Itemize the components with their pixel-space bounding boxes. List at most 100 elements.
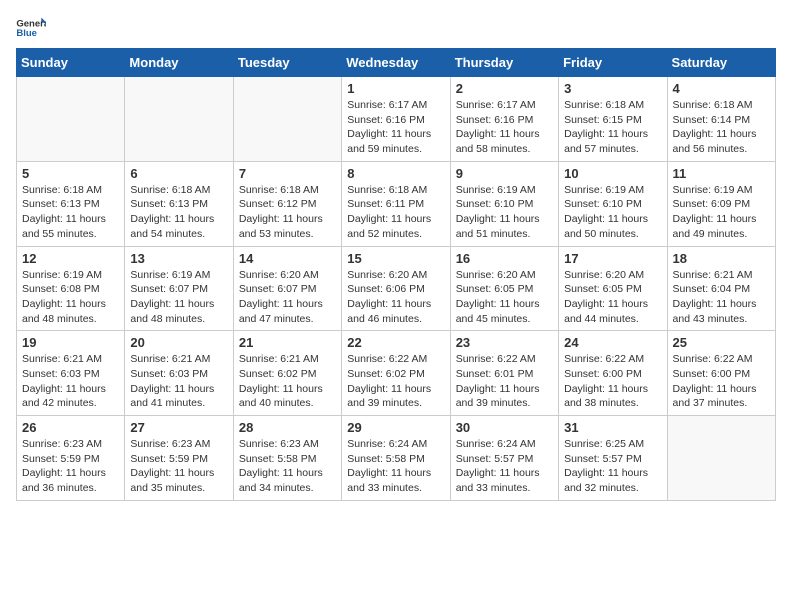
day-info: Sunrise: 6:18 AMSunset: 6:15 PMDaylight:…: [564, 98, 661, 157]
day-info: Sunrise: 6:21 AMSunset: 6:04 PMDaylight:…: [673, 268, 770, 327]
calendar-cell: 9 Sunrise: 6:19 AMSunset: 6:10 PMDaylight…: [450, 161, 558, 246]
calendar-cell: 23 Sunrise: 6:22 AMSunset: 6:01 PMDayligh…: [450, 331, 558, 416]
week-row-4: 19 Sunrise: 6:21 AMSunset: 6:03 PMDayligh…: [17, 331, 776, 416]
day-info: Sunrise: 6:20 AMSunset: 6:05 PMDaylight:…: [564, 268, 661, 327]
calendar-cell: [17, 77, 125, 162]
day-number: 28: [239, 420, 336, 435]
calendar-cell: 11 Sunrise: 6:19 AMSunset: 6:09 PMDayligh…: [667, 161, 775, 246]
calendar-cell: 15 Sunrise: 6:20 AMSunset: 6:06 PMDayligh…: [342, 246, 450, 331]
week-row-2: 5 Sunrise: 6:18 AMSunset: 6:13 PMDaylight…: [17, 161, 776, 246]
day-info: Sunrise: 6:22 AMSunset: 6:02 PMDaylight:…: [347, 352, 444, 411]
calendar-cell: 24Sunrise: 6:22 AMSunset: 6:00 PMDayligh…: [559, 331, 667, 416]
day-number: 29: [347, 420, 444, 435]
calendar-cell: 18Sunrise: 6:21 AMSunset: 6:04 PMDayligh…: [667, 246, 775, 331]
day-number: 1: [347, 81, 444, 96]
day-info: Sunrise: 6:18 AMSunset: 6:11 PMDaylight:…: [347, 183, 444, 242]
day-header-tuesday: Tuesday: [233, 49, 341, 77]
day-info: Sunrise: 6:22 AMSunset: 6:00 PMDaylight:…: [673, 352, 770, 411]
calendar-cell: 12 Sunrise: 6:19 AMSunset: 6:08 PMDayligh…: [17, 246, 125, 331]
svg-text:Blue: Blue: [16, 28, 37, 38]
calendar-cell: 20Sunrise: 6:21 AMSunset: 6:03 PMDayligh…: [125, 331, 233, 416]
day-info: Sunrise: 6:23 AMSunset: 5:58 PMDaylight:…: [239, 437, 336, 496]
calendar-cell: 31 Sunrise: 6:25 AMSunset: 5:57 PMDayligh…: [559, 416, 667, 501]
header: General Blue: [16, 16, 776, 38]
day-info: Sunrise: 6:20 AMSunset: 6:07 PMDaylight:…: [239, 268, 336, 327]
day-info: Sunrise: 6:24 AMSunset: 5:57 PMDaylight:…: [456, 437, 553, 496]
day-number: 2: [456, 81, 553, 96]
calendar-cell: 21Sunrise: 6:21 AMSunset: 6:02 PMDayligh…: [233, 331, 341, 416]
week-row-5: 26Sunrise: 6:23 AMSunset: 5:59 PMDayligh…: [17, 416, 776, 501]
day-number: 16: [456, 251, 553, 266]
day-info: Sunrise: 6:25 AMSunset: 5:57 PMDaylight:…: [564, 437, 661, 496]
day-header-sunday: Sunday: [17, 49, 125, 77]
day-info: Sunrise: 6:19 AMSunset: 6:09 PMDaylight:…: [673, 183, 770, 242]
calendar-cell: 3 Sunrise: 6:18 AMSunset: 6:15 PMDaylight…: [559, 77, 667, 162]
day-number: 9: [456, 166, 553, 181]
calendar-cell: 5 Sunrise: 6:18 AMSunset: 6:13 PMDaylight…: [17, 161, 125, 246]
day-info: Sunrise: 6:20 AMSunset: 6:05 PMDaylight:…: [456, 268, 553, 327]
calendar-cell: 28 Sunrise: 6:23 AMSunset: 5:58 PMDayligh…: [233, 416, 341, 501]
day-number: 23: [456, 335, 553, 350]
calendar-cell: [125, 77, 233, 162]
day-info: Sunrise: 6:18 AMSunset: 6:13 PMDaylight:…: [22, 183, 119, 242]
day-number: 10: [564, 166, 661, 181]
day-info: Sunrise: 6:19 AMSunset: 6:07 PMDaylight:…: [130, 268, 227, 327]
calendar-cell: 8 Sunrise: 6:18 AMSunset: 6:11 PMDaylight…: [342, 161, 450, 246]
day-info: Sunrise: 6:24 AMSunset: 5:58 PMDaylight:…: [347, 437, 444, 496]
day-number: 17: [564, 251, 661, 266]
day-number: 4: [673, 81, 770, 96]
calendar-cell: [667, 416, 775, 501]
day-number: 27: [130, 420, 227, 435]
calendar-cell: 22Sunrise: 6:22 AMSunset: 6:02 PMDayligh…: [342, 331, 450, 416]
day-info: Sunrise: 6:17 AMSunset: 6:16 PMDaylight:…: [347, 98, 444, 157]
day-number: 11: [673, 166, 770, 181]
day-header-wednesday: Wednesday: [342, 49, 450, 77]
day-number: 31: [564, 420, 661, 435]
calendar-cell: 25 Sunrise: 6:22 AMSunset: 6:00 PMDayligh…: [667, 331, 775, 416]
calendar-cell: 13 Sunrise: 6:19 AMSunset: 6:07 PMDayligh…: [125, 246, 233, 331]
calendar-cell: 14 Sunrise: 6:20 AMSunset: 6:07 PMDayligh…: [233, 246, 341, 331]
day-info: Sunrise: 6:21 AMSunset: 6:02 PMDaylight:…: [239, 352, 336, 411]
calendar-cell: 19 Sunrise: 6:21 AMSunset: 6:03 PMDayligh…: [17, 331, 125, 416]
day-info: Sunrise: 6:19 AMSunset: 6:10 PMDaylight:…: [456, 183, 553, 242]
day-header-monday: Monday: [125, 49, 233, 77]
calendar-table: SundayMondayTuesdayWednesdayThursdayFrid…: [16, 48, 776, 501]
day-info: Sunrise: 6:17 AMSunset: 6:16 PMDaylight:…: [456, 98, 553, 157]
day-number: 24: [564, 335, 661, 350]
day-number: 15: [347, 251, 444, 266]
day-number: 19: [22, 335, 119, 350]
day-info: Sunrise: 6:23 AMSunset: 5:59 PMDaylight:…: [130, 437, 227, 496]
day-info: Sunrise: 6:18 AMSunset: 6:12 PMDaylight:…: [239, 183, 336, 242]
calendar-cell: 27 Sunrise: 6:23 AMSunset: 5:59 PMDayligh…: [125, 416, 233, 501]
day-info: Sunrise: 6:19 AMSunset: 6:08 PMDaylight:…: [22, 268, 119, 327]
calendar-cell: [233, 77, 341, 162]
header-row: SundayMondayTuesdayWednesdayThursdayFrid…: [17, 49, 776, 77]
day-number: 30: [456, 420, 553, 435]
day-number: 6: [130, 166, 227, 181]
day-info: Sunrise: 6:23 AMSunset: 5:59 PMDaylight:…: [22, 437, 119, 496]
day-number: 25: [673, 335, 770, 350]
day-header-saturday: Saturday: [667, 49, 775, 77]
day-info: Sunrise: 6:21 AMSunset: 6:03 PMDaylight:…: [22, 352, 119, 411]
calendar-cell: 10 Sunrise: 6:19 AMSunset: 6:10 PMDayligh…: [559, 161, 667, 246]
week-row-3: 12 Sunrise: 6:19 AMSunset: 6:08 PMDayligh…: [17, 246, 776, 331]
day-number: 5: [22, 166, 119, 181]
day-info: Sunrise: 6:19 AMSunset: 6:10 PMDaylight:…: [564, 183, 661, 242]
calendar-cell: 29 Sunrise: 6:24 AMSunset: 5:58 PMDayligh…: [342, 416, 450, 501]
calendar-cell: 17 Sunrise: 6:20 AMSunset: 6:05 PMDayligh…: [559, 246, 667, 331]
calendar-cell: 4 Sunrise: 6:18 AMSunset: 6:14 PMDaylight…: [667, 77, 775, 162]
day-number: 3: [564, 81, 661, 96]
day-info: Sunrise: 6:22 AMSunset: 6:01 PMDaylight:…: [456, 352, 553, 411]
day-info: Sunrise: 6:21 AMSunset: 6:03 PMDaylight:…: [130, 352, 227, 411]
day-number: 13: [130, 251, 227, 266]
day-number: 7: [239, 166, 336, 181]
logo-icon: General Blue: [16, 16, 46, 38]
day-info: Sunrise: 6:20 AMSunset: 6:06 PMDaylight:…: [347, 268, 444, 327]
day-number: 14: [239, 251, 336, 266]
calendar-cell: 26Sunrise: 6:23 AMSunset: 5:59 PMDayligh…: [17, 416, 125, 501]
day-header-thursday: Thursday: [450, 49, 558, 77]
calendar-cell: 16 Sunrise: 6:20 AMSunset: 6:05 PMDayligh…: [450, 246, 558, 331]
day-info: Sunrise: 6:18 AMSunset: 6:14 PMDaylight:…: [673, 98, 770, 157]
day-number: 8: [347, 166, 444, 181]
day-number: 12: [22, 251, 119, 266]
